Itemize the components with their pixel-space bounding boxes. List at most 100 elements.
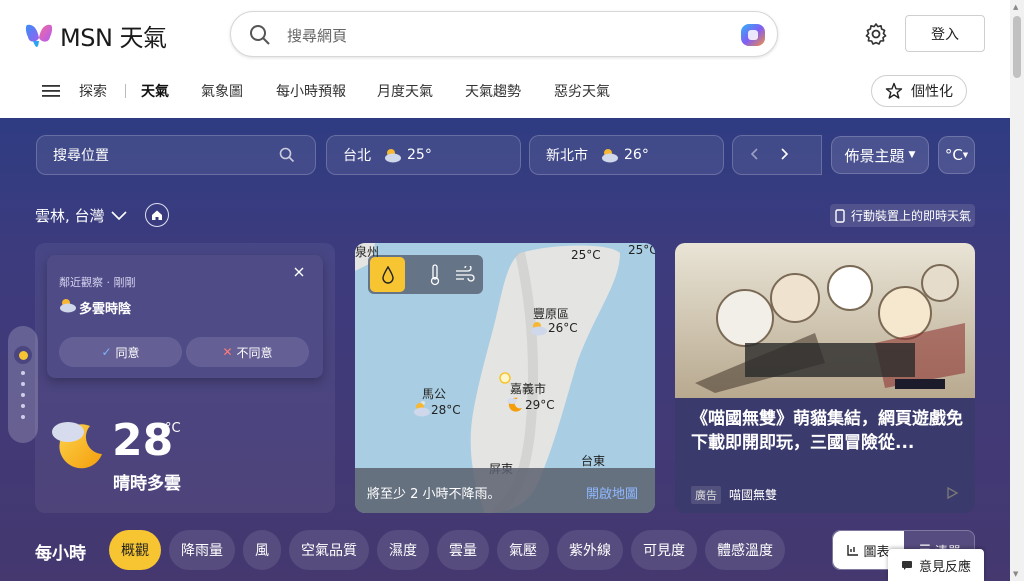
location-search-input[interactable]: 搜尋位置 (36, 135, 316, 175)
map-label-magong: 馬公 (422, 387, 447, 401)
current-location-selector[interactable]: 雲林, 台灣 (35, 205, 127, 226)
partly-cloudy-icon (531, 322, 547, 336)
close-icon[interactable] (293, 266, 305, 278)
search-placeholder: 搜尋網頁 (287, 27, 348, 45)
logo-text: MSN 天氣 (60, 24, 167, 52)
current-location-name: 雲林, 台灣 (35, 207, 105, 225)
nav-item-maps[interactable]: 氣象圖 (201, 81, 243, 101)
copilot-icon[interactable] (738, 21, 768, 49)
ad-game-banner-image (675, 243, 975, 398)
personalize-button[interactable]: 個性化 (871, 75, 967, 107)
tab-feels-like[interactable]: 體感溫度 (705, 530, 785, 570)
feedback-button[interactable]: 意見反應 (888, 549, 984, 581)
precipitation-layer-button[interactable] (370, 257, 405, 292)
wind-icon[interactable] (455, 266, 475, 282)
web-search-bar[interactable]: 搜尋網頁 (230, 11, 778, 57)
ad-card[interactable]: 《喵國無雙》萌貓集結，網頁遊戲免下載即開即玩，三國冒險從... 廣告 喵國無雙 (675, 243, 975, 513)
nav-divider (125, 84, 126, 98)
favorite-location-taipei[interactable]: 台北 25° (326, 135, 521, 175)
tab-overview[interactable]: 概觀 (109, 530, 161, 570)
moon-cloud-icon (52, 422, 102, 469)
tab-air-quality[interactable]: 空氣品質 (289, 530, 369, 570)
search-icon (279, 147, 295, 163)
favorite-temp: 26° (624, 147, 649, 163)
msn-logo[interactable]: MSN 天氣 (24, 18, 167, 53)
adchoices-icon[interactable] (945, 486, 959, 500)
caret-down-icon: ▼ (908, 150, 916, 160)
scrollbar-thumb[interactable] (1013, 16, 1021, 78)
tab-humidity[interactable]: 濕度 (377, 530, 429, 570)
map-temp-top-right: 25°C (628, 243, 655, 257)
map-temp-fengyuan: 26°C (548, 321, 578, 335)
chart-icon (847, 545, 859, 556)
nav-item-severe[interactable]: 惡劣天氣 (554, 81, 610, 101)
mobile-weather-link[interactable]: 行動裝置上的即時天氣 (830, 204, 975, 227)
chevron-right-icon[interactable] (777, 147, 791, 161)
set-home-button[interactable] (145, 203, 169, 227)
map-footer: 將至少 2 小時不降雨。 開啟地圖 (355, 468, 655, 513)
side-pager[interactable] (8, 326, 38, 443)
check-icon: ✓ (101, 345, 112, 359)
search-icon (250, 25, 270, 45)
nav-item-trends[interactable]: 天氣趨勢 (465, 81, 521, 101)
weather-map-card[interactable]: 泉州 25°C 25°C 豐原區 26°C 馬公 28°C 嘉義市 29°C 台… (355, 243, 655, 513)
x-icon: ✕ (222, 345, 233, 359)
ad-badge: 廣告 (691, 486, 721, 504)
favorite-location-newtaipei[interactable]: 新北市 26° (529, 135, 724, 175)
unit-label: °C (944, 146, 963, 164)
popup-title: 鄰近觀察 · 剛剛 (59, 276, 136, 289)
moon-cloud-icon (507, 397, 522, 412)
map-label-taitung: 台東 (581, 454, 606, 468)
tab-uv[interactable]: 紫外線 (557, 530, 623, 570)
home-icon (152, 210, 162, 220)
tab-cloud-cover[interactable]: 雲量 (437, 530, 489, 570)
ad-brand: 喵國無雙 (729, 488, 778, 502)
raindrop-icon (381, 265, 394, 284)
chevron-down-icon (110, 210, 127, 220)
location-search-placeholder: 搜尋位置 (53, 148, 109, 164)
popup-condition: 多雲時陰 (79, 302, 132, 317)
chart-view-label: 圖表 (863, 544, 890, 560)
scroll-down-icon[interactable]: ▼ (1013, 570, 1018, 578)
map-temp-top-left: 25°C (571, 248, 601, 262)
partly-cloudy-icon (602, 149, 618, 163)
ad-title[interactable]: 《喵國無雙》萌貓集結，網頁遊戲免下載即開即玩，三國冒險從... (691, 407, 963, 455)
disagree-label: 不同意 (236, 345, 273, 360)
tab-precipitation[interactable]: 降雨量 (169, 530, 235, 570)
agree-button[interactable]: ✓ 同意 (59, 337, 182, 367)
feedback-icon (901, 561, 912, 570)
unit-dropdown[interactable]: °C ▼ (938, 136, 975, 174)
nav-item-explore[interactable]: 探索 (79, 81, 107, 101)
map-forecast-text: 將至少 2 小時不降雨。 (367, 487, 501, 502)
tab-visibility[interactable]: 可見度 (631, 530, 697, 570)
phone-icon (835, 208, 845, 223)
favorite-temp: 25° (407, 147, 432, 163)
partly-cloudy-icon (414, 403, 430, 417)
map-label-chiayi: 嘉義市 (510, 382, 547, 396)
current-temp-unit: °C (165, 421, 181, 436)
map-temp-magong: 28°C (431, 403, 461, 417)
msn-butterfly-icon (25, 24, 53, 47)
hamburger-menu-icon[interactable] (42, 84, 60, 98)
nav-item-hourly[interactable]: 每小時預報 (276, 81, 346, 101)
open-map-link[interactable]: 開啟地圖 (586, 483, 638, 502)
disagree-button[interactable]: ✕ 不同意 (186, 337, 309, 367)
settings-gear-icon[interactable] (864, 22, 888, 46)
nav-item-weather[interactable]: 天氣 (141, 81, 169, 101)
page-scrollbar[interactable]: ▲ ▼ (1010, 0, 1024, 581)
current-condition: 晴時多雲 (113, 474, 181, 494)
scroll-up-icon[interactable]: ▲ (1013, 3, 1018, 11)
nav-item-monthly[interactable]: 月度天氣 (377, 81, 433, 101)
tab-wind[interactable]: 風 (243, 530, 281, 570)
tab-pressure[interactable]: 氣壓 (497, 530, 549, 570)
login-button[interactable]: 登入 (905, 15, 985, 52)
favorite-city-name: 新北市 (546, 148, 588, 164)
map-label-quanzhou: 泉州 (355, 245, 380, 259)
chevron-left-icon[interactable] (748, 147, 762, 161)
agree-label: 同意 (115, 345, 140, 360)
thermometer-icon[interactable] (430, 264, 440, 286)
theme-dropdown[interactable]: 佈景主題 ▼ (831, 136, 929, 174)
nearby-observation-popup: 鄰近觀察 · 剛剛 多雲時陰 ✓ 同意 ✕ 不同意 (47, 255, 323, 378)
mobile-link-label: 行動裝置上的即時天氣 (851, 209, 972, 223)
sun-icon (14, 346, 32, 364)
